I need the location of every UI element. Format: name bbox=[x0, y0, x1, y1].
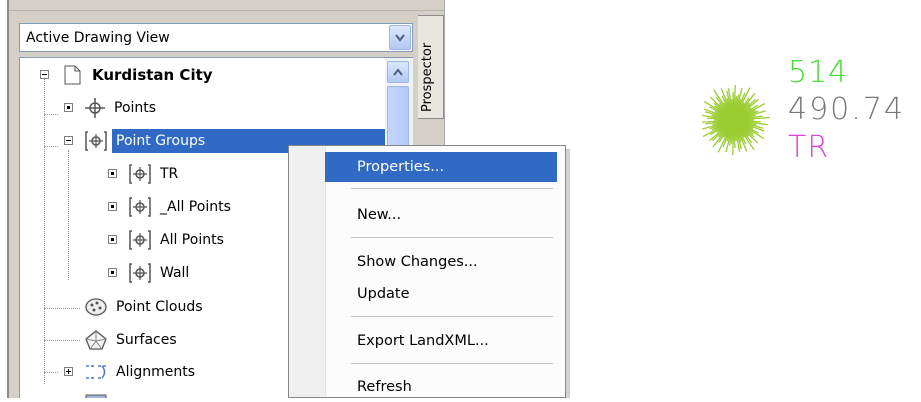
menu-item-label: New... bbox=[357, 207, 402, 223]
menu-item-label: Properties... bbox=[357, 159, 445, 175]
tree-item-label: TR bbox=[160, 166, 179, 182]
collapse-toggle[interactable] bbox=[64, 136, 73, 145]
point-group-icon bbox=[128, 262, 152, 288]
tree-symbol-icon bbox=[702, 84, 770, 156]
point-group-icon bbox=[128, 163, 152, 189]
tree-item-label: Point Clouds bbox=[116, 299, 203, 315]
point-cloud-icon bbox=[84, 296, 108, 322]
menu-separator bbox=[351, 316, 553, 317]
point-group-icon bbox=[84, 130, 108, 156]
menu-item-label: Export LandXML... bbox=[357, 333, 489, 349]
point-icon bbox=[84, 97, 106, 123]
menu-item-label: Show Changes... bbox=[357, 254, 478, 270]
point-description: TR bbox=[788, 130, 830, 165]
view-dropdown-value: Active Drawing View bbox=[26, 30, 170, 46]
tree-item-label: Kurdistan City bbox=[92, 66, 213, 84]
expand-toggle[interactable] bbox=[108, 268, 117, 277]
scroll-up-button[interactable] bbox=[387, 61, 409, 83]
point-elevation: 490.74 bbox=[788, 92, 905, 127]
tab-prospector-label: Prospector bbox=[420, 42, 435, 112]
expand-toggle[interactable] bbox=[108, 202, 117, 211]
view-dropdown[interactable]: Active Drawing View bbox=[19, 23, 413, 52]
point-group-icon bbox=[128, 196, 152, 222]
chevron-down-icon bbox=[395, 34, 405, 42]
drawing-point-label[interactable]: 514 490.74 TR bbox=[700, 50, 921, 190]
context-menu: Properties... New... Show Changes... Upd… bbox=[288, 145, 566, 398]
menu-item-label: Update bbox=[357, 286, 410, 302]
tree-item-label: Alignments bbox=[116, 364, 196, 380]
expand-toggle[interactable] bbox=[108, 235, 117, 244]
tab-prospector[interactable]: Prospector bbox=[418, 15, 444, 119]
menu-item-export-landxml[interactable]: Export LandXML... bbox=[325, 326, 557, 356]
drawing-document-icon bbox=[62, 64, 82, 90]
menu-separator bbox=[351, 188, 553, 189]
tree-item-label: Surfaces bbox=[116, 332, 177, 348]
menu-item-label: Refresh bbox=[357, 379, 412, 395]
tree-item-label: Points bbox=[114, 100, 157, 116]
context-menu-gutter bbox=[289, 146, 326, 397]
tree-item-points[interactable]: Points bbox=[20, 95, 385, 121]
expand-toggle[interactable] bbox=[64, 367, 73, 376]
point-number: 514 bbox=[788, 55, 849, 90]
menu-separator bbox=[351, 237, 553, 238]
site-icon bbox=[84, 393, 108, 398]
expand-toggle[interactable] bbox=[108, 169, 117, 178]
tree-item-root[interactable]: Kurdistan City bbox=[20, 62, 385, 88]
expand-toggle[interactable] bbox=[64, 103, 73, 112]
tree-item-label: _All Points bbox=[160, 199, 231, 215]
alignment-icon bbox=[84, 361, 108, 387]
collapse-toggle[interactable] bbox=[40, 70, 49, 79]
menu-item-show-changes[interactable]: Show Changes... bbox=[325, 247, 557, 277]
chevron-up-icon bbox=[393, 68, 403, 76]
dropdown-arrow-button[interactable] bbox=[389, 25, 411, 50]
tree-item-label: Wall bbox=[160, 265, 190, 281]
menu-separator bbox=[351, 363, 553, 364]
surface-icon bbox=[84, 329, 108, 355]
point-group-icon bbox=[128, 229, 152, 255]
panel-top-border bbox=[9, 0, 444, 11]
menu-item-new[interactable]: New... bbox=[325, 200, 557, 230]
tree-item-label: All Points bbox=[160, 232, 224, 248]
menu-item-properties[interactable]: Properties... bbox=[325, 152, 557, 182]
tree-item-label: Point Groups bbox=[116, 133, 206, 149]
menu-item-update[interactable]: Update bbox=[325, 279, 557, 309]
